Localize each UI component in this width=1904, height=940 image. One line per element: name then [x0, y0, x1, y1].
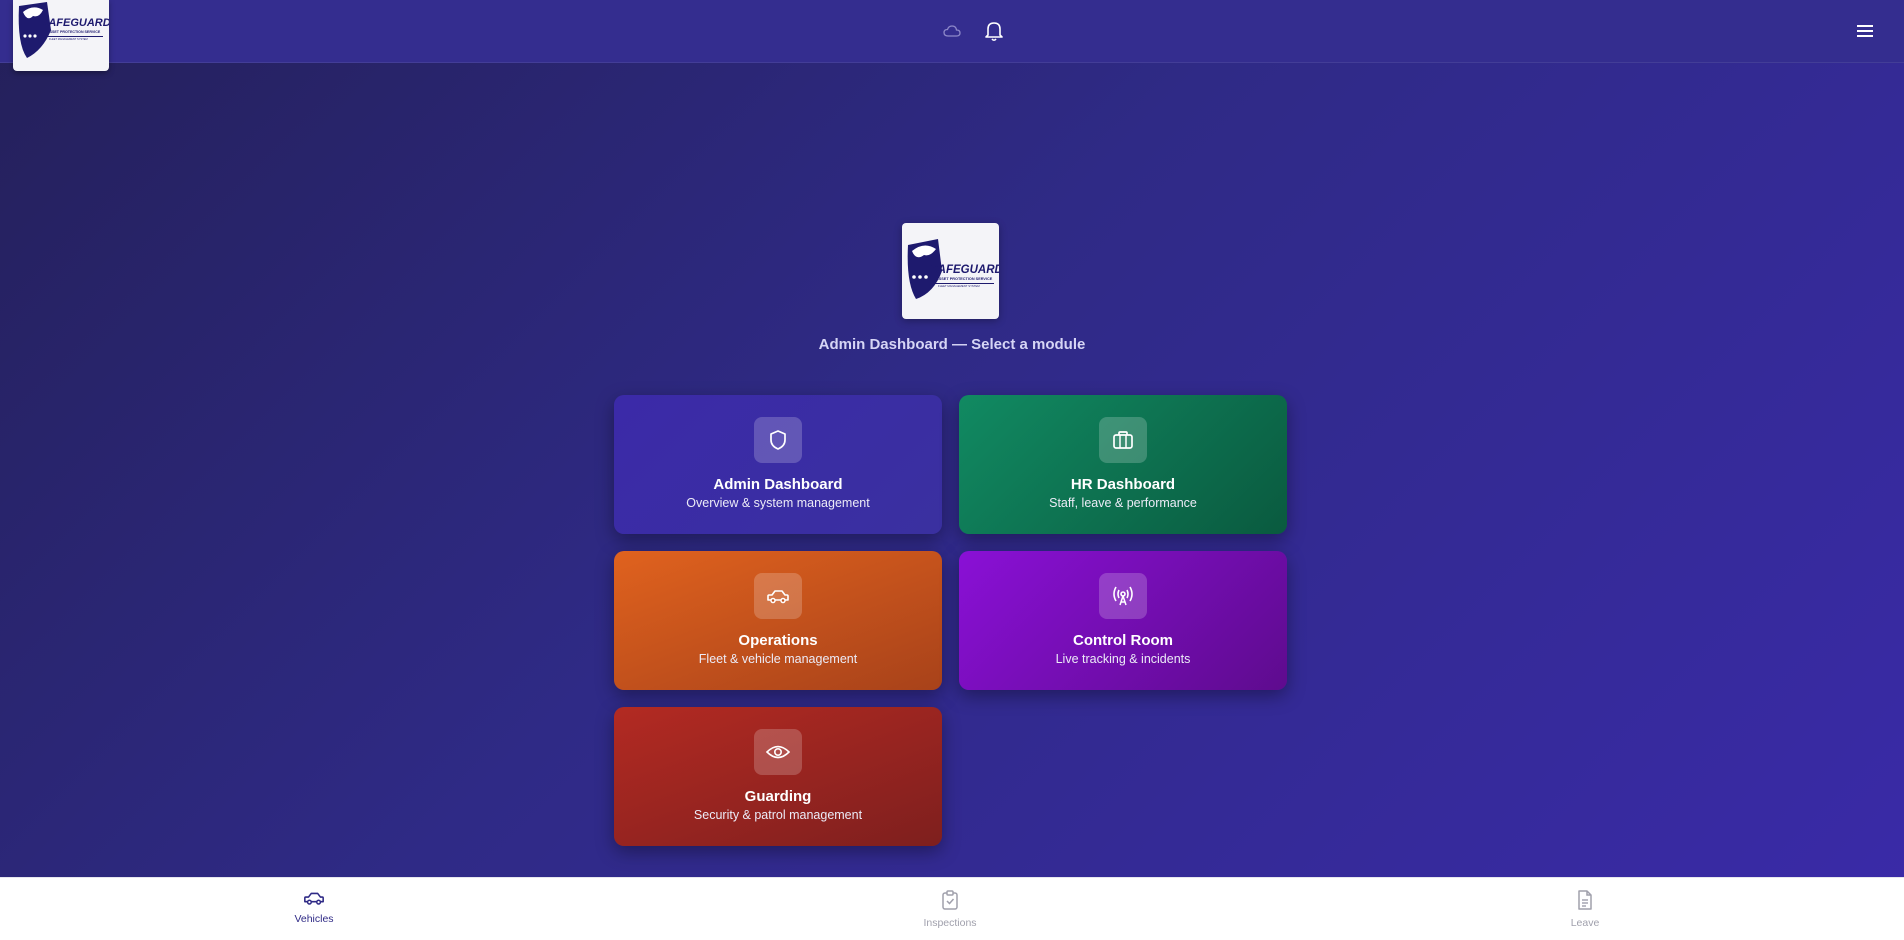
nav-label: Vehicles [294, 913, 334, 925]
nav-item-leave[interactable]: Leave [1525, 890, 1645, 929]
document-icon [1578, 890, 1592, 910]
cloud-icon[interactable] [940, 19, 964, 43]
svg-text:ASSET PROTECTION SERVICE: ASSET PROTECTION SERVICE [936, 277, 993, 281]
svg-text:SAFEGUARD: SAFEGUARD [41, 17, 109, 29]
nav-item-vehicles[interactable]: Vehicles [254, 890, 374, 925]
module-title: Operations [738, 632, 818, 649]
module-card-guarding[interactable]: Guarding Security & patrol management [614, 707, 942, 846]
module-title: Admin Dashboard [713, 476, 843, 493]
module-description: Staff, leave & performance [1049, 496, 1197, 510]
module-description: Overview & system management [686, 496, 870, 510]
module-title: Control Room [1073, 632, 1173, 649]
module-description: Fleet & vehicle management [698, 652, 858, 666]
eye-icon [754, 729, 802, 775]
main-logo: SAFEGUARD ASSET PROTECTION SERVICE FLEET… [902, 223, 999, 319]
radio-tower-icon [1099, 573, 1147, 619]
svg-text:FLEET MANAGEMENT SYSTEM: FLEET MANAGEMENT SYSTEM [938, 284, 980, 288]
nav-label: Inspections [923, 917, 977, 929]
svg-text:SAFEGUARD: SAFEGUARD [930, 264, 999, 276]
module-card-control-room[interactable]: Control Room Live tracking & incidents [959, 551, 1287, 690]
briefcase-icon [1099, 417, 1147, 463]
module-title: Guarding [744, 788, 812, 805]
car-icon [304, 892, 324, 905]
header-logo[interactable]: SAFEGUARD ASSET PROTECTION SERVICE FLEET… [13, 0, 109, 71]
module-description: Security & patrol management [693, 808, 863, 822]
bottom-navigation: Vehicles Inspections Leave [0, 877, 1904, 940]
svg-text:ASSET PROTECTION SERVICE: ASSET PROTECTION SERVICE [47, 30, 101, 34]
module-description: Live tracking & incidents [1055, 652, 1191, 666]
car-icon [754, 573, 802, 619]
module-card-hr-dashboard[interactable]: HR Dashboard Staff, leave & performance [959, 395, 1287, 534]
bell-icon[interactable] [982, 19, 1006, 43]
page-subtitle: Admin Dashboard — Select a module [818, 336, 1086, 353]
menu-icon[interactable] [1853, 19, 1877, 43]
safeguard-logo-icon: SAFEGUARD ASSET PROTECTION SERVICE FLEET… [18, 2, 109, 58]
top-bar: SAFEGUARD ASSET PROTECTION SERVICE FLEET… [0, 0, 1904, 71]
svg-text:FLEET MANAGEMENT SYSTEM: FLEET MANAGEMENT SYSTEM [49, 37, 88, 41]
nav-item-inspections[interactable]: Inspections [890, 890, 1010, 929]
nav-label: Leave [1570, 917, 1600, 929]
clipboard-check-icon [942, 890, 958, 910]
module-card-admin-dashboard[interactable]: Admin Dashboard Overview & system manage… [614, 395, 942, 534]
shield-icon [754, 417, 802, 463]
module-title: HR Dashboard [1070, 476, 1176, 493]
module-card-operations[interactable]: Operations Fleet & vehicle management [614, 551, 942, 690]
safeguard-logo-icon: SAFEGUARD ASSET PROTECTION SERVICE FLEET… [907, 239, 999, 299]
